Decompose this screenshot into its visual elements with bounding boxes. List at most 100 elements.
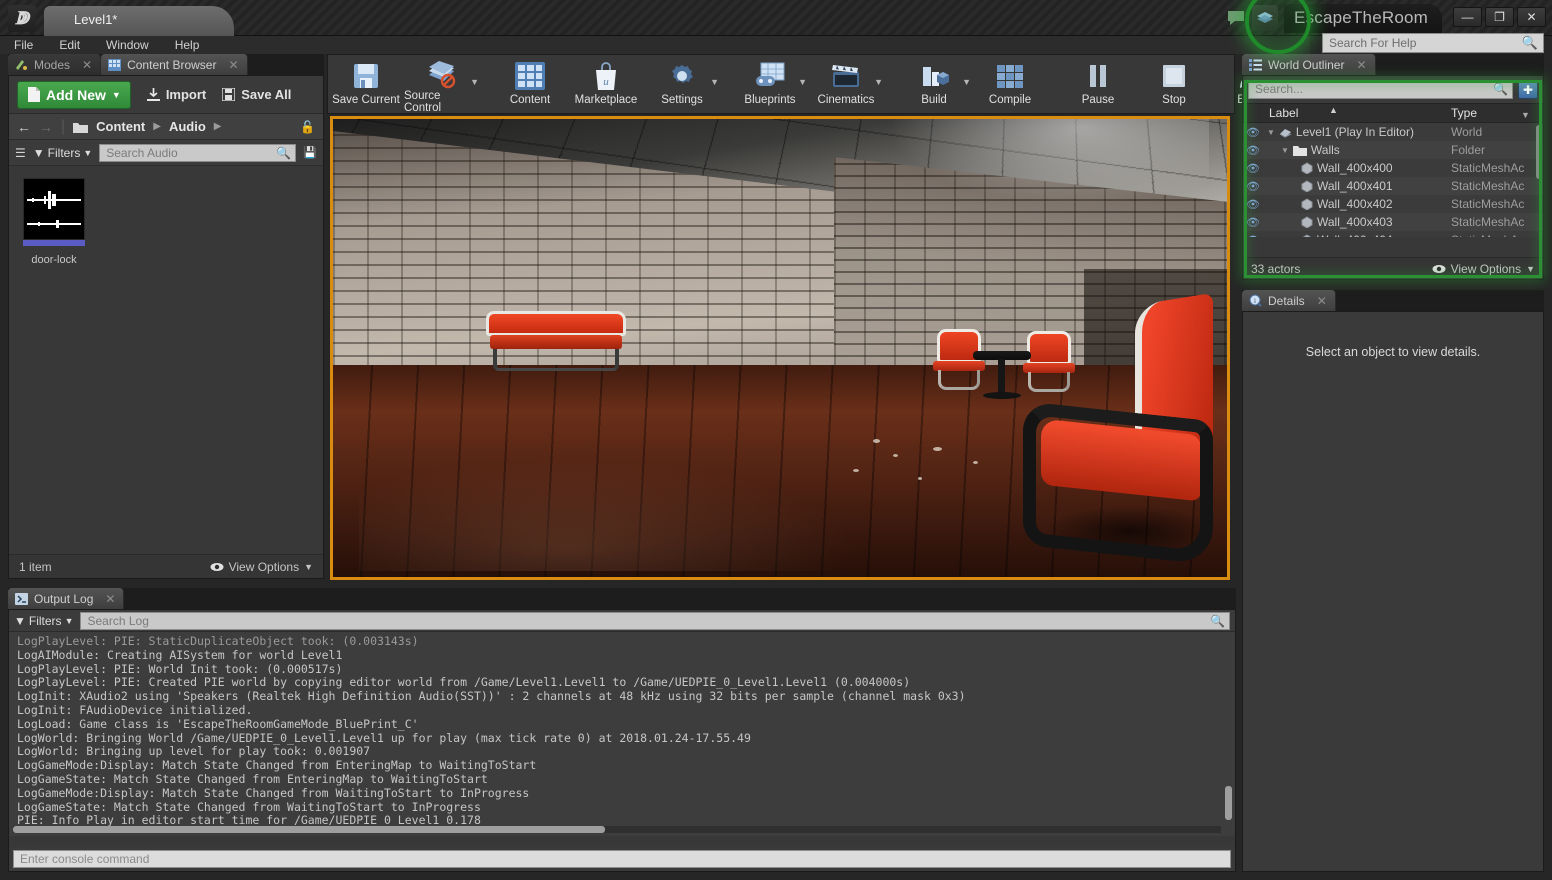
expander-icon[interactable]: ▼: [1281, 146, 1289, 155]
table-row[interactable]: 👁 Wall_400x402 StaticMeshAc: [1243, 195, 1543, 213]
view-options-button[interactable]: View Options ▼: [210, 560, 313, 574]
visibility-eye-icon[interactable]: 👁: [1243, 180, 1263, 193]
level-viewport[interactable]: [330, 116, 1230, 580]
settings-label: Settings: [661, 94, 703, 106]
column-header-type[interactable]: Type ▼: [1451, 106, 1543, 120]
visibility-eye-icon[interactable]: 👁: [1243, 216, 1263, 229]
table-row[interactable]: 👁 Wall_400x404 StaticMeshAc: [1243, 231, 1543, 237]
save-search-icon[interactable]: 💾: [303, 146, 317, 159]
close-icon[interactable]: ✕: [1356, 58, 1366, 72]
minimize-button[interactable]: —: [1453, 7, 1482, 27]
table-row[interactable]: 👁 Wall_400x403 StaticMeshAc: [1243, 213, 1543, 231]
tab-details[interactable]: i Details ✕: [1242, 290, 1336, 311]
chevron-down-icon: ▼: [83, 147, 93, 158]
content-button[interactable]: Content: [492, 55, 568, 113]
chat-bubble-icon[interactable]: [1226, 9, 1246, 27]
log-vertical-scrollbar[interactable]: [1225, 786, 1232, 820]
asset-tile[interactable]: door-lock: [23, 178, 97, 266]
search-audio-input[interactable]: Search Audio 🔍: [99, 143, 297, 162]
visibility-eye-icon[interactable]: 👁: [1243, 144, 1263, 157]
back-arrow-icon[interactable]: ←: [17, 119, 31, 135]
marketplace-bag-icon: u: [592, 59, 620, 93]
visibility-eye-icon[interactable]: 👁: [1243, 162, 1263, 175]
toolbar-group-file: Save Current Source Control ▼: [328, 55, 480, 114]
outliner-view-options-button[interactable]: View Options ▼: [1432, 262, 1535, 276]
log-horizontal-scroll-track[interactable]: [13, 826, 1221, 833]
compile-label: Compile: [988, 94, 1032, 106]
menu-item-help[interactable]: Help: [175, 38, 200, 52]
tab-world-outliner[interactable]: World Outliner ✕: [1242, 54, 1376, 75]
stop-button[interactable]: Stop: [1136, 55, 1212, 113]
tab-content-browser[interactable]: Content Browser ✕: [101, 54, 248, 75]
table-row[interactable]: 👁 ▼ Walls Folder: [1243, 141, 1543, 159]
add-actor-button[interactable]: ✚: [1518, 80, 1538, 99]
scene-sofa: [483, 311, 628, 377]
menu-item-window[interactable]: Window: [106, 38, 149, 52]
import-button[interactable]: Import: [146, 87, 206, 102]
content-browser-icon: [108, 58, 122, 71]
column-header-label[interactable]: Label ▲: [1243, 105, 1451, 120]
sources-toggle-icon[interactable]: ☰: [15, 146, 26, 160]
save-all-button[interactable]: Save All: [222, 87, 291, 102]
unreal-logo-icon[interactable]: ↇ: [8, 5, 36, 32]
chevron-down-icon[interactable]: ▼: [874, 77, 883, 87]
column-options-icon[interactable]: ▼: [1521, 110, 1530, 120]
log-output-area[interactable]: LogPlayLevel: PIE: StaticDuplicateObject…: [9, 632, 1235, 836]
marketplace-button[interactable]: u Marketplace: [568, 55, 644, 113]
filters-button[interactable]: ▼ Filters ▼: [33, 146, 92, 160]
table-row[interactable]: 👁 Wall_400x400 StaticMeshAc: [1243, 159, 1543, 177]
console-command-input[interactable]: Enter console command: [13, 850, 1231, 868]
save-current-button[interactable]: Save Current: [328, 55, 404, 113]
lock-icon[interactable]: 🔓: [300, 120, 315, 134]
chevron-down-icon[interactable]: ▼: [710, 77, 719, 87]
compile-button[interactable]: Compile: [972, 55, 1048, 113]
folder-icon: [73, 121, 89, 133]
pause-button[interactable]: Pause: [1060, 55, 1136, 113]
chevron-down-icon[interactable]: ▼: [470, 77, 479, 87]
row-type-text: World: [1451, 125, 1483, 139]
cinematics-button[interactable]: Cinematics ▼: [808, 55, 884, 113]
expander-icon[interactable]: ▼: [1267, 128, 1275, 137]
visibility-eye-icon[interactable]: 👁: [1243, 198, 1263, 211]
visibility-eye-icon[interactable]: 👁: [1243, 234, 1263, 238]
source-control-button[interactable]: Source Control ▼: [404, 55, 480, 114]
outliner-row-label: Wall_400x402: [1263, 197, 1451, 211]
table-row[interactable]: 👁 Wall_400x401 StaticMeshAc: [1243, 177, 1543, 195]
settings-button[interactable]: Settings ▼: [644, 55, 720, 113]
restore-button[interactable]: ❐: [1485, 7, 1514, 27]
close-icon[interactable]: ✕: [1317, 294, 1327, 308]
log-line: LogLoad: Game class is 'EscapeTheRoomGam…: [17, 716, 419, 731]
source-control-label: Source Control: [404, 90, 442, 114]
close-icon[interactable]: ✕: [228, 58, 238, 72]
menu-item-file[interactable]: File: [14, 38, 33, 52]
breadcrumb-audio[interactable]: Audio: [169, 119, 206, 134]
add-new-button[interactable]: Add New ▼: [17, 80, 131, 109]
outliner-column-headers: Label ▲ Type ▼: [1243, 103, 1543, 123]
log-horizontal-scrollbar[interactable]: [13, 826, 605, 833]
row-type-text: StaticMeshAc: [1451, 161, 1525, 175]
outliner-search-input[interactable]: Search... 🔍: [1248, 80, 1513, 99]
tab-output-log[interactable]: Output Log ✕: [8, 588, 125, 609]
forward-arrow-icon[interactable]: →: [39, 119, 53, 135]
table-row[interactable]: 👁 ▼ Level1 (Play In Editor) World: [1243, 123, 1543, 141]
menu-item-edit[interactable]: Edit: [59, 38, 80, 52]
outliner-scrollbar[interactable]: [1536, 125, 1542, 179]
close-button[interactable]: ✕: [1517, 7, 1546, 27]
close-icon[interactable]: ✕: [82, 58, 92, 72]
log-search-input[interactable]: Search Log 🔍: [80, 611, 1230, 630]
log-line: LogWorld: Bringing up level for play too…: [17, 744, 371, 759]
build-button[interactable]: Build ▼: [896, 55, 972, 113]
close-icon[interactable]: ✕: [105, 592, 115, 606]
blueprints-button[interactable]: Blueprints ▼: [732, 55, 808, 113]
level-tab[interactable]: Level1*: [44, 6, 234, 36]
breadcrumb-content[interactable]: Content: [96, 119, 145, 134]
log-filters-button[interactable]: ▼ Filters ▼: [14, 614, 73, 628]
visibility-eye-icon[interactable]: 👁: [1243, 126, 1263, 139]
title-bar: ↇ Level1* EscapeTheRoom — ❐ ✕: [0, 0, 1552, 54]
chevron-down-icon[interactable]: ▼: [962, 77, 971, 87]
tab-modes[interactable]: Modes ✕: [8, 54, 102, 75]
chevron-down-icon[interactable]: ▼: [798, 77, 807, 87]
help-search-input[interactable]: Search For Help: [1322, 33, 1544, 53]
asset-grid: door-lock: [9, 166, 323, 566]
layers-icon[interactable]: [1252, 5, 1279, 31]
